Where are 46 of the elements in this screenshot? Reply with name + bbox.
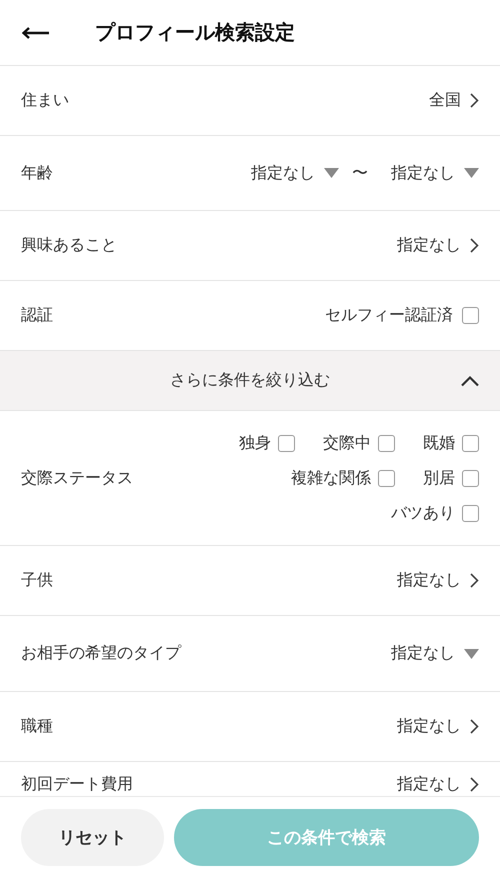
checkbox-label: 複雑な関係: [291, 468, 371, 488]
value-link[interactable]: 全国: [429, 90, 461, 111]
dropdown-triangle-icon: [324, 168, 339, 178]
dropdown-triangle-icon: [464, 648, 479, 658]
chevron-right-icon: [470, 573, 479, 588]
checkbox[interactable]: [278, 434, 295, 452]
value-link[interactable]: 指定なし: [397, 716, 461, 737]
back-arrow-icon[interactable]: [22, 26, 49, 38]
section-toggle-bar[interactable]: さらに条件を絞り込む: [0, 351, 500, 411]
page-title: プロフィール検索設定: [95, 19, 295, 46]
checkbox[interactable]: [462, 504, 479, 522]
dropdown-value[interactable]: 指定なし: [391, 162, 455, 184]
row-label: 住まい: [21, 90, 69, 111]
value-link[interactable]: 指定なし: [397, 774, 461, 795]
section-toggle-label: さらに条件を絞り込む: [170, 370, 330, 391]
chevron-right-icon: [470, 93, 479, 108]
chevron-right-icon: [470, 777, 479, 792]
reset-button[interactable]: リセット: [21, 809, 164, 866]
checkbox[interactable]: [378, 470, 395, 486]
checkbox-label: セルフィー認証済: [325, 305, 453, 326]
value-link[interactable]: 指定なし: [397, 235, 461, 256]
value-link[interactable]: 指定なし: [397, 570, 461, 591]
checkbox-label: バツあり: [391, 502, 455, 524]
caret-up-icon[interactable]: [460, 375, 480, 387]
row-label: 年齢: [21, 162, 53, 184]
row-label: 興味あること: [21, 235, 117, 256]
checkbox-label: 既婚: [423, 432, 455, 454]
checkbox-label: 交際中: [323, 432, 371, 454]
row-label: お相手の希望のタイプ: [21, 643, 181, 664]
chevron-right-icon: [470, 238, 479, 253]
range-separator: 〜: [352, 162, 368, 184]
row-label: 職種: [21, 716, 53, 737]
row-label: 子供: [21, 570, 53, 591]
checkbox-label: 独身: [239, 432, 271, 454]
dropdown-value[interactable]: 指定なし: [251, 162, 315, 184]
row-label: 初回デート費用: [21, 774, 133, 795]
row-label: 認証: [21, 305, 53, 326]
row-label: 交際ステータス: [21, 468, 133, 488]
checkbox[interactable]: [462, 307, 479, 324]
checkbox-label: 別居: [423, 468, 455, 488]
dropdown-value[interactable]: 指定なし: [391, 643, 455, 664]
chevron-right-icon: [470, 719, 479, 734]
checkbox[interactable]: [462, 470, 479, 486]
dropdown-triangle-icon: [464, 168, 479, 178]
checkbox[interactable]: [378, 434, 395, 452]
checkbox[interactable]: [462, 434, 479, 452]
